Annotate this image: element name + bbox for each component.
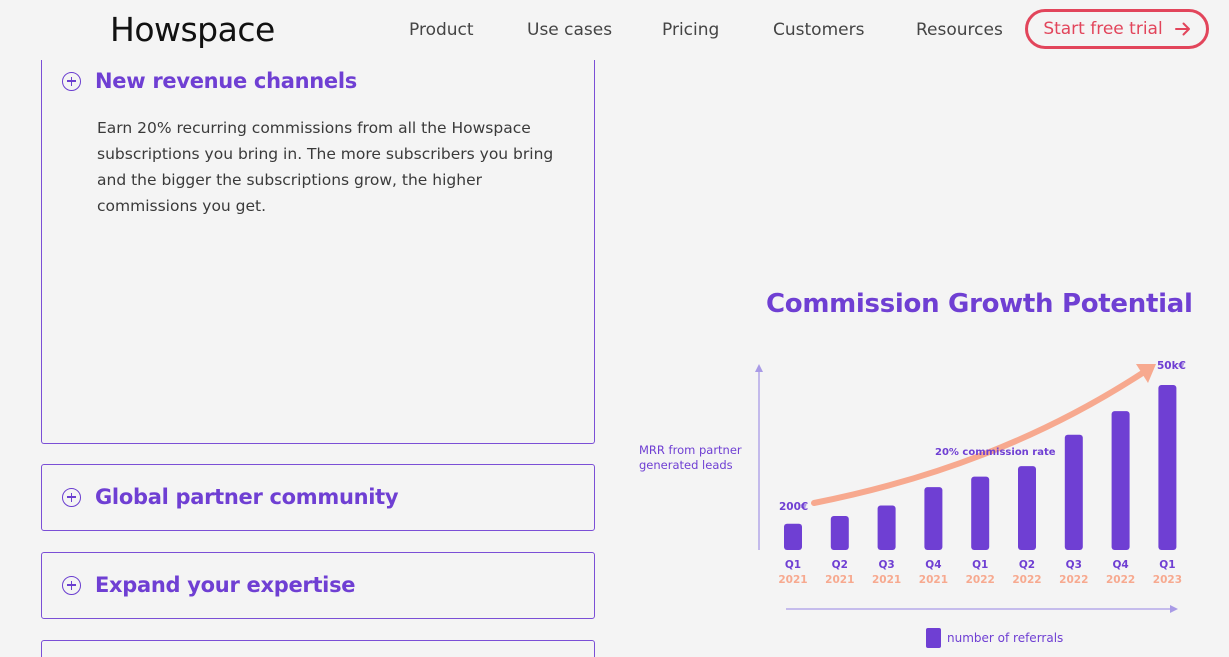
tick-label-quarter: Q2 xyxy=(832,559,848,571)
tick-label-year: 2023 xyxy=(1153,574,1182,586)
tick-label-quarter: Q4 xyxy=(1112,559,1128,571)
bar xyxy=(971,476,990,550)
tick-label-year: 2021 xyxy=(872,574,901,586)
bar xyxy=(1018,466,1036,550)
chart-legend: number of referrals xyxy=(926,628,1063,648)
tick-label-quarter: Q2 xyxy=(1019,559,1035,571)
bar xyxy=(1064,434,1083,550)
tick-label-quarter: Q1 xyxy=(785,559,801,571)
tick-label-quarter: Q3 xyxy=(1066,559,1082,571)
bar xyxy=(1111,411,1130,550)
tick-label-year: 2022 xyxy=(966,574,995,586)
tick-label-quarter: Q4 xyxy=(925,559,941,571)
tick-label-year: 2021 xyxy=(919,574,948,586)
commission-chart: Q1 2021 Q2 2021 Q3 2021 Q4 2021 Q1 2022 Q2 2022 Q3 20… xyxy=(755,360,1186,613)
bar xyxy=(830,515,849,550)
tick-label-quarter: Q1 xyxy=(972,559,988,571)
x-axis-arrow xyxy=(1170,605,1178,613)
tick-label-year: 2022 xyxy=(1059,574,1088,586)
bar xyxy=(877,505,896,550)
end-value-label: 50k€ xyxy=(1157,360,1186,372)
tick-label-year: 2022 xyxy=(1106,574,1135,586)
y-axis-arrow xyxy=(755,364,763,372)
tick-label-quarter: Q3 xyxy=(878,559,894,571)
bar xyxy=(1158,384,1177,550)
legend-swatch xyxy=(926,628,941,648)
tick-label-year: 2022 xyxy=(1012,574,1041,586)
bar xyxy=(924,487,943,550)
tick-label-year: 2021 xyxy=(778,574,807,586)
start-value-label: 200€ xyxy=(779,501,808,513)
tick-label-year: 2021 xyxy=(825,574,854,586)
bar xyxy=(784,523,802,550)
legend-label: number of referrals xyxy=(947,631,1064,645)
tick-label-quarter: Q1 xyxy=(1159,559,1175,571)
trend-label: 20% commission rate xyxy=(935,447,1056,458)
